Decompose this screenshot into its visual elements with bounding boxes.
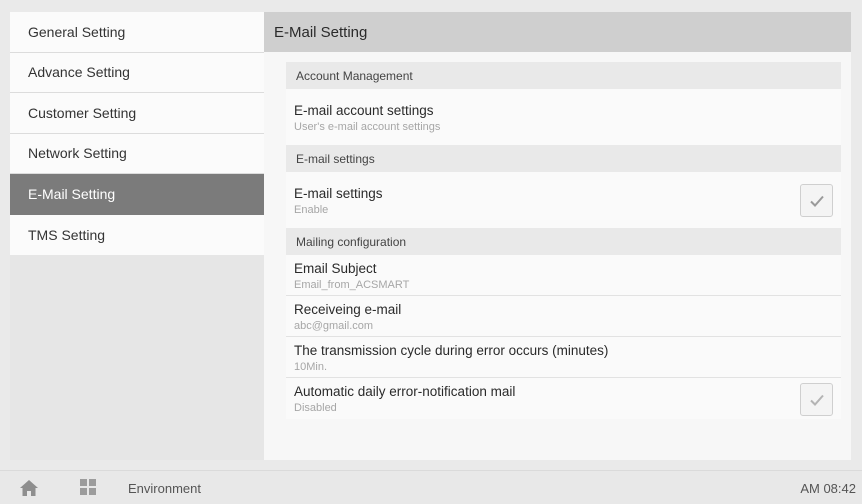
row-title: E-mail settings (294, 186, 383, 201)
sidebar-item-general-setting[interactable]: General Setting (10, 12, 264, 53)
row-subtitle: Disabled (294, 402, 337, 414)
row-title: E-mail account settings (294, 103, 434, 118)
page-title: E-Mail Setting (264, 12, 851, 52)
section-header-account-management: Account Management (286, 62, 841, 89)
email-subject-row[interactable]: Email Subject Email_from_ACSMART (286, 255, 841, 296)
daily-notification-row[interactable]: Automatic daily error-notification mail … (286, 378, 841, 419)
sidebar-item-label: Network Setting (28, 145, 127, 162)
row-subtitle: User's e-mail account settings (294, 121, 441, 133)
sidebar-item-label: E-Mail Setting (28, 185, 116, 202)
email-settings-checkbox[interactable] (800, 184, 833, 217)
email-account-settings-row[interactable]: E-mail account settings User's e-mail ac… (286, 89, 841, 145)
row-subtitle: Email_from_ACSMART (294, 279, 410, 291)
bottom-bar: Environment AM 08:42 (0, 470, 862, 504)
sidebar-item-label: Customer Setting (28, 104, 137, 121)
row-title: The transmission cycle during error occu… (294, 343, 609, 358)
breadcrumb-label: Environment (128, 481, 201, 496)
row-title: Receiveing e-mail (294, 302, 402, 317)
sidebar-item-email-setting[interactable]: E-Mail Setting (10, 174, 264, 215)
sidebar-item-label: TMS Setting (28, 226, 106, 243)
daily-notification-checkbox[interactable] (800, 383, 833, 416)
sidebar-item-customer-setting[interactable]: Customer Setting (10, 93, 264, 134)
settings-list: Account Management E-mail account settin… (286, 62, 841, 419)
section-header-mailing-configuration: Mailing configuration (286, 228, 841, 255)
checkmark-icon (809, 195, 824, 207)
receiving-email-row[interactable]: Receiveing e-mail abc@gmail.com (286, 296, 841, 337)
sidebar-list: General Setting Advance Setting Customer… (10, 12, 264, 255)
apps-grid-icon[interactable] (80, 479, 96, 495)
row-title: Automatic daily error-notification mail (294, 384, 516, 399)
sidebar-item-network-setting[interactable]: Network Setting (10, 133, 264, 174)
transmission-cycle-row[interactable]: The transmission cycle during error occu… (286, 337, 841, 378)
email-settings-row[interactable]: E-mail settings Enable (286, 172, 841, 228)
screen: General Setting Advance Setting Customer… (0, 0, 862, 504)
sidebar-item-tms-setting[interactable]: TMS Setting (10, 214, 264, 255)
row-subtitle: abc@gmail.com (294, 320, 374, 332)
home-icon[interactable] (19, 479, 39, 497)
sidebar: General Setting Advance Setting Customer… (10, 12, 264, 460)
section-header-email-settings: E-mail settings (286, 145, 841, 172)
checkmark-icon (809, 394, 824, 406)
row-title: Email Subject (294, 261, 377, 276)
sidebar-item-advance-setting[interactable]: Advance Setting (10, 52, 264, 93)
sidebar-item-label: Advance Setting (28, 64, 130, 81)
main-panel: E-Mail Setting Account Management E-mail… (264, 12, 851, 460)
sidebar-item-label: General Setting (28, 23, 126, 40)
clock: AM 08:42 (800, 481, 856, 496)
row-subtitle: 10Min. (294, 361, 328, 373)
row-subtitle: Enable (294, 204, 329, 216)
